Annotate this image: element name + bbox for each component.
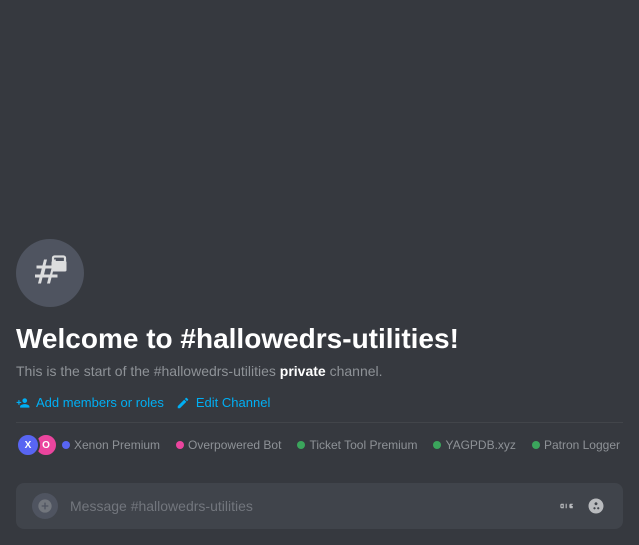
- edit-channel-label: Edit Channel: [196, 395, 270, 410]
- bot-tag-xenon: Xenon Premium: [62, 438, 160, 452]
- subtitle-prefix: This is the start of the #hallowedrs-uti…: [16, 363, 276, 379]
- message-right-icons: [555, 495, 607, 517]
- top-empty-area: [0, 0, 639, 239]
- bot-dot-yagpdb: [433, 441, 441, 449]
- add-members-button[interactable]: Add members or roles: [16, 395, 164, 410]
- welcome-subtitle: This is the start of the #hallowedrs-uti…: [16, 363, 623, 379]
- bots-bar: X O Xenon Premium Overpowered Bot Ticket…: [16, 422, 623, 467]
- bot-avatar-1: X: [16, 433, 40, 457]
- add-members-label: Add members or roles: [36, 395, 164, 410]
- subtitle-suffix: channel.: [330, 363, 383, 379]
- plus-circle-icon: [37, 498, 53, 514]
- bot-name-yagpdb: YAGPDB.xyz: [445, 438, 515, 452]
- bot-dot-overpowered: [176, 441, 184, 449]
- emoji-icon: [587, 497, 605, 515]
- edit-channel-button[interactable]: Edit Channel: [176, 395, 270, 410]
- bot-dot-patron: [532, 441, 540, 449]
- bot-tag-yagpdb: YAGPDB.xyz: [433, 438, 515, 452]
- message-add-icon-wrapper[interactable]: [32, 493, 58, 519]
- message-bar-area: Message #hallowedrs-utilities: [0, 483, 639, 545]
- bot-name-patron: Patron Logger: [544, 438, 620, 452]
- message-input-wrapper: Message #hallowedrs-utilities: [16, 483, 623, 529]
- gif-icon: [557, 497, 575, 515]
- channel-header: Welcome to #hallowedrs-utilities! This i…: [16, 239, 623, 483]
- add-members-icon: [16, 396, 30, 410]
- welcome-title: Welcome to #hallowedrs-utilities!: [16, 323, 623, 355]
- bot-tag-ticket: Ticket Tool Premium: [297, 438, 417, 452]
- hash-lock-icon: [32, 255, 68, 291]
- emoji-button[interactable]: [585, 495, 607, 517]
- bot-dot-ticket: [297, 441, 305, 449]
- action-buttons: Add members or roles Edit Channel: [16, 395, 623, 410]
- message-placeholder[interactable]: Message #hallowedrs-utilities: [70, 498, 543, 514]
- bot-name-xenon: Xenon Premium: [74, 438, 160, 452]
- channel-icon: [16, 239, 84, 307]
- bot-dot-xenon: [62, 441, 70, 449]
- subtitle-bold: private: [280, 363, 326, 379]
- bot-name-ticket: Ticket Tool Premium: [309, 438, 417, 452]
- main-content: Welcome to #hallowedrs-utilities! This i…: [0, 239, 639, 483]
- bot-avatars: X O: [16, 433, 52, 457]
- bot-name-overpowered: Overpowered Bot: [188, 438, 281, 452]
- bot-tag-overpowered: Overpowered Bot: [176, 438, 281, 452]
- gif-button[interactable]: [555, 495, 577, 517]
- bot-tag-patron: Patron Logger: [532, 438, 620, 452]
- edit-channel-icon: [176, 396, 190, 410]
